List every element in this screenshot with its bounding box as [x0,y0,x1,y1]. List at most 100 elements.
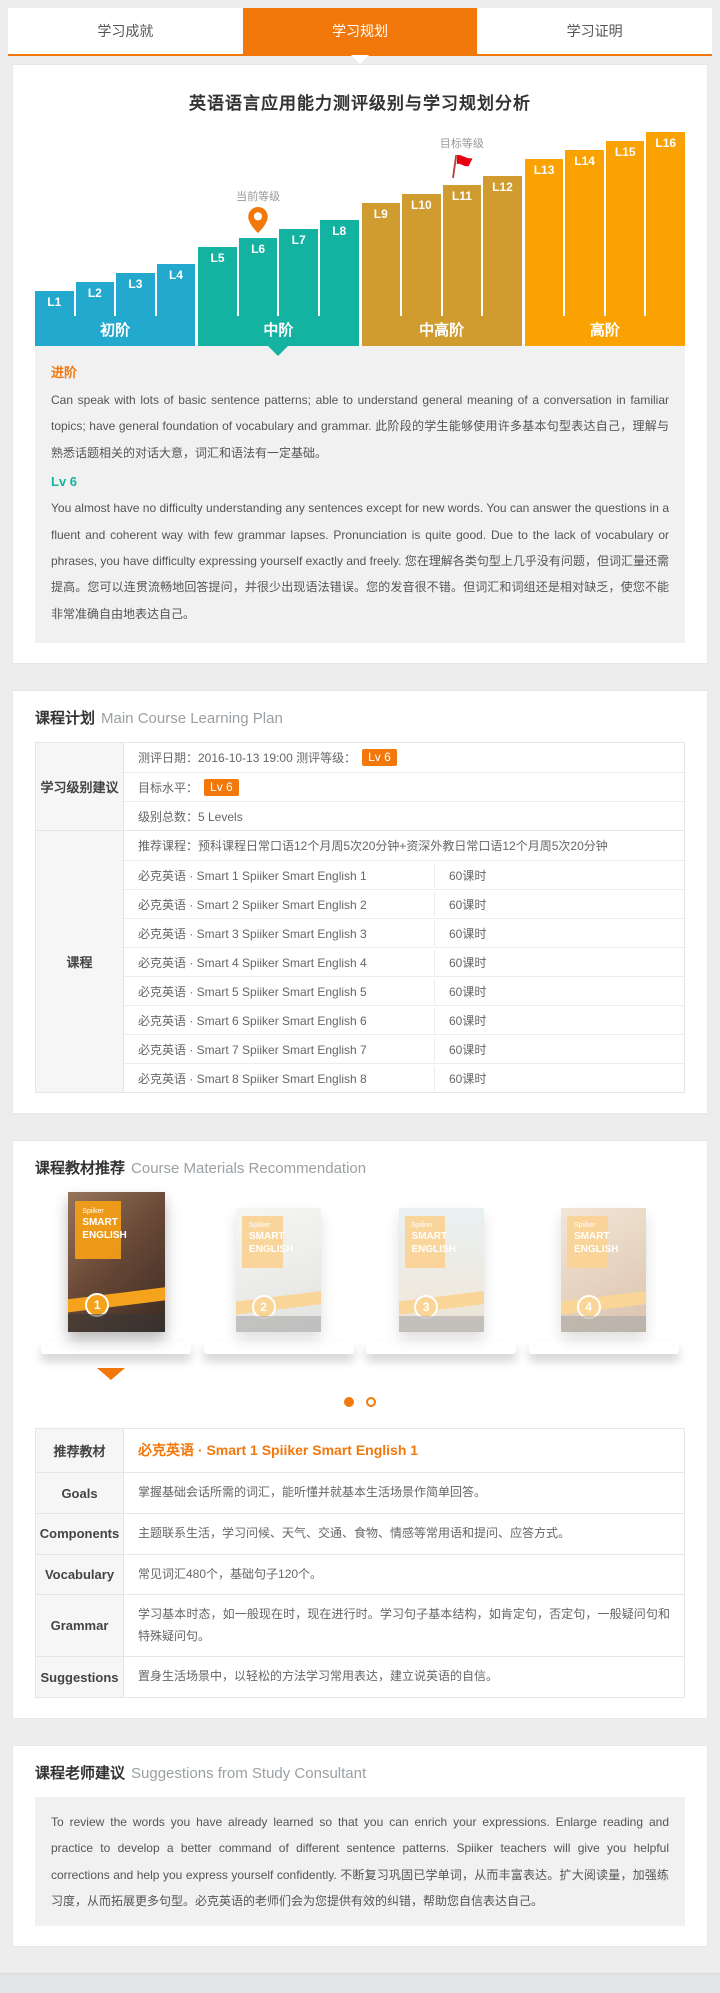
assessed-level-badge: Lv 6 [362,749,397,766]
footer-bar [0,1973,720,1993]
group-band-beginner: 初阶 [35,316,195,346]
material-info-row: Goals掌握基础会话所需的词汇，能听懂并就基本生活场景作简单回答。 [36,1472,684,1513]
level-bar-fill: L7 [279,229,318,316]
tab-learning-plan[interactable]: 学习规划 [243,8,478,54]
course-row: 必克英语 · Smart 5 Spiiker Smart English 560… [124,976,684,1005]
course-name: 必克英语 · Smart 4 Spiiker Smart English 4 [124,950,431,975]
book-slot-3[interactable]: Spiiker SMART ENGLISH 3 [360,1192,523,1354]
book-footer-strip [399,1316,484,1332]
assessment-card: 英语语言应用能力测评级别与学习规划分析 L1L2L3L4 初阶 L5L6当前等级… [12,64,708,664]
levels-total-row: 级别总数：5 Levels [124,801,684,830]
level-bar-fill: L8 [320,220,359,316]
group-band-upper-intermediate: 中高阶 [362,316,522,346]
book-tag: Spiiker SMART ENGLISH [567,1216,608,1268]
material-info-row: Suggestions置身生活场景中，以轻松的方法学习常用表达，建立说英语的自信… [36,1656,684,1697]
level-suggestion-row: 学习级别建议 测评日期：2016-10-13 19:00 测评等级： Lv 6 … [36,743,684,830]
book-slot-1[interactable]: Spiiker SMART ENGLISH 1 [35,1192,198,1354]
stage-heading: 进阶 [51,362,669,381]
level-bar-fill: L2 [76,282,115,316]
level-group-upper-intermediate: L9L10L11目标等级L12 中高阶 [362,132,522,346]
book-number-badge: 4 [577,1295,601,1319]
level-bar-L3: L3 [116,132,155,316]
material-info-value: 主题联系生活，学习问候、天气、交通、食物、情感等常用语和提问、应答方式。 [124,1514,684,1554]
book-slot-2[interactable]: Spiiker SMART ENGLISH 2 [198,1192,361,1354]
active-tab-pointer [351,55,369,64]
course-row: 必克英语 · Smart 4 Spiiker Smart English 460… [124,947,684,976]
assessment-description-box: 进阶 Can speak with lots of basic sentence… [35,346,685,643]
course-hours: 60课时 [434,1008,684,1033]
carousel-dot-1[interactable] [344,1397,354,1407]
book-slot-4[interactable]: Spiiker SMART ENGLISH 4 [523,1192,686,1354]
level-bar-fill: L16 [646,132,685,316]
tab-learning-certificate[interactable]: 学习证明 [477,8,712,54]
level-bar-label: L1 [35,291,74,309]
material-info-label: Components [36,1514,124,1554]
course-name: 必克英语 · Smart 1 Spiiker Smart English 1 [124,863,431,888]
consultant-heading: 课程老师建议Suggestions from Study Consultant [35,1762,685,1783]
material-info-table: 推荐教材必克英语 · Smart 1 Spiiker Smart English… [35,1428,685,1698]
material-info-value: 常见词汇480个，基础句子120个。 [124,1555,684,1595]
level-heading: Lv 6 [51,474,669,489]
level-bar-fill: L14 [565,150,604,316]
book-shelf [366,1341,516,1354]
level-bar-L15: L15 [606,132,645,316]
level-bar-fill: L12 [483,176,522,316]
course-plan-heading-en: Main Course Learning Plan [101,710,283,727]
course-row: 必克英语 · Smart 1 Spiiker Smart English 160… [124,860,684,889]
book-brand: Spiiker [82,1208,115,1215]
course-hours: 60课时 [434,892,684,917]
level-group-beginner: L1L2L3L4 初阶 [35,132,195,346]
material-info-row: 推荐教材必克英语 · Smart 1 Spiiker Smart English… [36,1429,684,1472]
tab-bar: 学习成就 学习规划 学习证明 [8,8,712,56]
book-footer-strip [561,1316,646,1332]
course-name: 必克英语 · Smart 6 Spiiker Smart English 6 [124,1008,431,1033]
book-number-badge: 3 [414,1295,438,1319]
course-name: 必克英语 · Smart 7 Spiiker Smart English 7 [124,1037,431,1062]
assessment-date-text: 测评日期：2016-10-13 19:00 测评等级： [138,749,356,766]
level-bar-fill: L3 [116,273,155,316]
tab-learning-achievement[interactable]: 学习成就 [8,8,243,54]
course-hours: 60课时 [434,1037,684,1062]
book-title-line1: SMART [574,1231,603,1244]
book-tag: Spiiker SMART ENGLISH [242,1216,283,1268]
materials-card: 课程教材推荐Course Materials Recommendation Sp… [12,1140,708,1719]
book-brand: Spiiker [249,1222,278,1229]
level-bar-L8: L8 [320,132,359,316]
carousel-dot-2[interactable] [366,1397,376,1407]
book-cover-4: Spiiker SMART ENGLISH 4 [561,1208,646,1332]
recommended-course-text: 推荐课程：预科课程日常口语12个月周5次20分钟+资深外教日常口语12个月周5次… [138,837,608,854]
course-plan-card: 课程计划Main Course Learning Plan 学习级别建议 测评日… [12,690,708,1114]
book-footer-strip [236,1316,321,1332]
level-group-intermediate: L5L6当前等级L7L8 中阶 [198,132,358,346]
group-band-intermediate: 中阶 [198,316,358,346]
levels-total-text: 级别总数：5 Levels [138,808,243,825]
level-suggestion-label: 学习级别建议 [36,743,124,830]
material-info-row: Components主题联系生活，学习问候、天气、交通、食物、情感等常用语和提问… [36,1513,684,1554]
level-bar-label: L4 [157,264,196,282]
material-info-value: 掌握基础会话所需的词汇，能听懂并就基本生活场景作简单回答。 [124,1473,684,1513]
level-bar-L11: L11目标等级 [443,132,482,316]
level-bar-fill: L15 [606,141,645,316]
course-row: 必克英语 · Smart 2 Spiiker Smart English 260… [124,889,684,918]
level-bar-L1: L1 [35,132,74,316]
course-name: 必克英语 · Smart 2 Spiiker Smart English 2 [124,892,431,917]
book-title-line1: SMART [249,1231,278,1244]
level-description: You almost have no difficulty understand… [51,495,669,627]
course-row: 必克英语 · Smart 3 Spiiker Smart English 360… [124,918,684,947]
red-flag-icon [448,152,475,181]
book-title-line2: ENGLISH [82,1230,115,1243]
level-bar-fill: L4 [157,264,196,316]
level-bar-fill: L13 [525,159,564,316]
page-title: 英语语言应用能力测评级别与学习规划分析 [35,89,685,114]
course-name: 必克英语 · Smart 8 Spiiker Smart English 8 [124,1066,431,1091]
course-row: 必克英语 · Smart 6 Spiiker Smart English 660… [124,1005,684,1034]
level-bar-label: L14 [565,150,604,168]
level-bar-label: L11 [443,185,482,203]
book-brand: Spiiker [411,1222,440,1229]
target-level-row: 目标水平： Lv 6 [124,772,684,801]
book-shelf [204,1341,354,1354]
book-footer-strip [68,1314,165,1332]
book-title-line2: ENGLISH [249,1244,278,1257]
courses-label: 课程 [36,831,124,1092]
material-info-label: Grammar [36,1595,124,1656]
